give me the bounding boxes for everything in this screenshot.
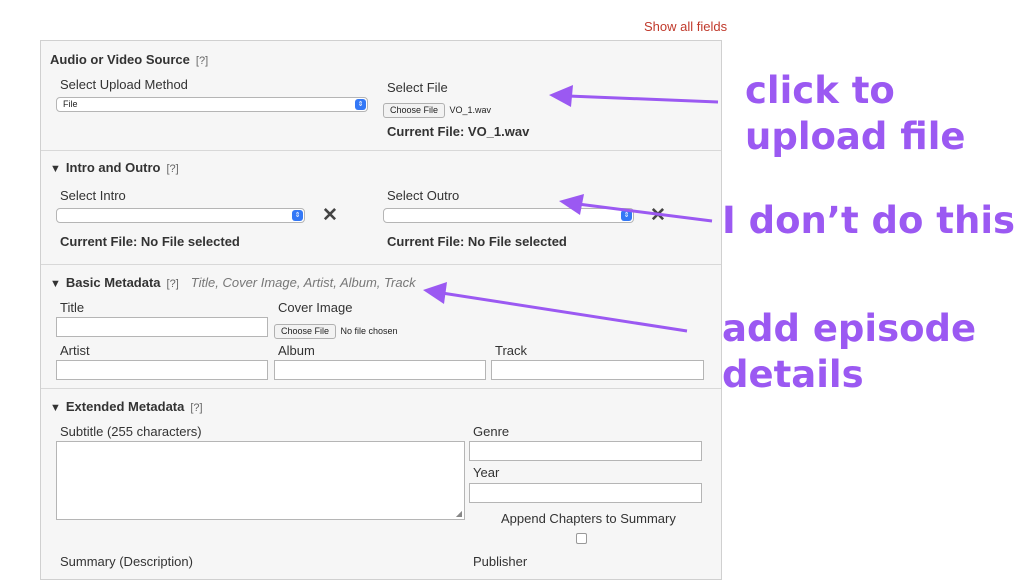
annotation-intro: I don’t do this xyxy=(722,199,1016,242)
arrow-details xyxy=(423,282,688,333)
arrow-upload xyxy=(549,85,719,107)
annotation-details-line2: details xyxy=(722,353,864,396)
arrow-intro xyxy=(559,194,713,223)
annotation-upload: click to upload file xyxy=(745,68,965,160)
annotation-details: add episode details xyxy=(722,306,976,398)
annotation-upload-line2: upload file xyxy=(745,115,966,158)
annotation-upload-line1: click to xyxy=(745,69,895,112)
annotation-details-line1: add episode xyxy=(722,307,977,350)
